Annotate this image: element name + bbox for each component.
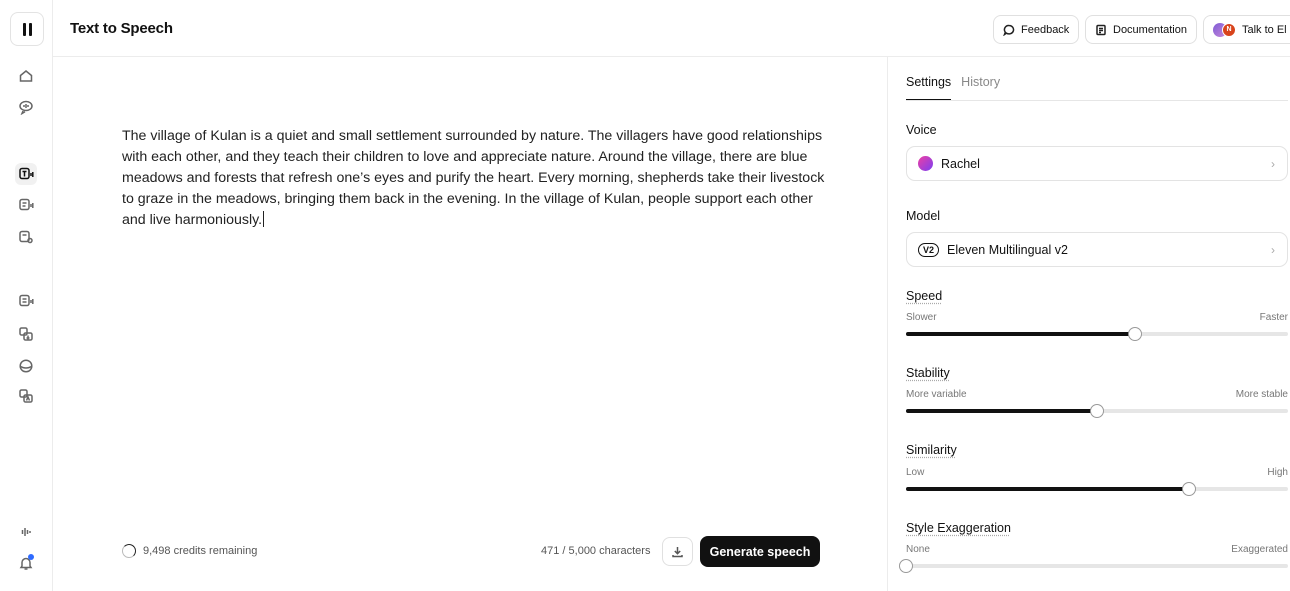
feedback-button[interactable]: Feedback — [993, 15, 1080, 44]
voice-library-icon[interactable] — [15, 355, 37, 377]
document-icon — [1096, 24, 1106, 35]
voice-select[interactable]: Rachel › — [906, 146, 1288, 181]
slider-thumb[interactable] — [899, 559, 913, 573]
style-exaggeration-min-label: None — [906, 544, 930, 555]
chevron-right-icon: › — [1271, 157, 1275, 171]
style-exaggeration-max-label: Exaggerated — [1231, 544, 1288, 555]
character-count: 471 / 5,000 characters — [541, 545, 651, 557]
top-bar: Text to Speech Feedback Documentation N … — [53, 0, 1290, 57]
credits-indicator: 9,498 credits remaining — [122, 544, 257, 558]
slider-thumb[interactable] — [1181, 482, 1196, 496]
voice-avatar-icon — [918, 156, 933, 171]
similarity-max-label: High — [1267, 467, 1288, 478]
dubbing-icon[interactable] — [15, 290, 37, 312]
tab-settings[interactable]: Settings — [906, 75, 952, 100]
stability-label: Stability — [906, 366, 950, 380]
notifications-icon[interactable] — [15, 552, 37, 574]
stability-max-label: More stable — [1235, 389, 1288, 400]
model-value: Eleven Multilingual v2 — [947, 242, 1068, 257]
style-exaggeration-slider[interactable] — [899, 559, 1288, 573]
documentation-button[interactable]: Documentation — [1085, 15, 1197, 44]
voice-label: Voice — [906, 123, 937, 137]
chevron-right-icon: › — [1271, 243, 1275, 257]
stability-min-label: More variable — [906, 389, 967, 400]
text-content: The village of Kulan is a quiet and smal… — [122, 128, 825, 228]
slider-thumb[interactable] — [1128, 327, 1143, 341]
stability-slider[interactable] — [906, 404, 1288, 418]
model-version-badge: V2 — [918, 242, 940, 257]
slider-fill — [906, 332, 1136, 336]
logo-button[interactable] — [10, 12, 44, 46]
documentation-label: Documentation — [1113, 23, 1187, 36]
left-sidebar — [0, 0, 53, 591]
text-editor-area[interactable]: The village of Kulan is a quiet and smal… — [53, 57, 888, 591]
voice-settings-icon[interactable] — [15, 226, 37, 248]
panel-tabs: Settings History — [906, 75, 1288, 101]
similarity-min-label: Low — [906, 467, 925, 478]
text-caret — [263, 211, 265, 227]
slider-fill — [906, 487, 1189, 491]
notification-dot — [28, 554, 34, 560]
slider-fill — [906, 409, 1097, 413]
home-icon[interactable] — [15, 65, 37, 87]
transcribe-icon[interactable] — [15, 385, 37, 407]
similarity-label: Similarity — [906, 443, 957, 457]
credits-ring-icon — [122, 544, 136, 558]
text-input[interactable]: The village of Kulan is a quiet and smal… — [122, 126, 827, 231]
credits-remaining: 9,498 credits remaining — [143, 545, 258, 557]
voice-chat-icon[interactable] — [15, 96, 37, 118]
download-button[interactable] — [662, 537, 693, 566]
talk-to-el-button[interactable]: N Talk to El — [1203, 15, 1290, 44]
page-title: Text to Speech — [70, 20, 173, 37]
speed-label: Speed — [906, 289, 943, 303]
translate-icon[interactable] — [15, 323, 37, 345]
feedback-label: Feedback — [1021, 23, 1070, 36]
settings-panel: Settings History Voice Rachel › Model V2… — [889, 57, 1290, 591]
generate-speech-button[interactable]: Generate speech — [700, 536, 820, 567]
slider-thumb[interactable] — [1090, 404, 1104, 418]
download-icon — [672, 547, 683, 558]
style-exaggeration-label: Style Exaggeration — [906, 521, 1011, 535]
model-select[interactable]: V2 Eleven Multilingual v2 › — [906, 232, 1288, 267]
avatar-group: N — [1213, 22, 1236, 37]
waveform-icon[interactable] — [15, 521, 37, 543]
model-label: Model — [906, 209, 941, 223]
text-to-speech-icon[interactable] — [15, 163, 37, 185]
similarity-slider[interactable] — [906, 482, 1288, 496]
speech-to-speech-icon[interactable] — [15, 194, 37, 216]
talk-to-el-label: Talk to El — [1242, 23, 1287, 36]
voice-value: Rachel — [941, 156, 980, 171]
speed-max-label: Faster — [1259, 312, 1288, 323]
speed-slider[interactable] — [906, 327, 1288, 341]
avatar: N — [1222, 22, 1236, 37]
chat-bubble-icon — [1003, 24, 1015, 36]
tab-history[interactable]: History — [961, 75, 1000, 100]
speed-min-label: Slower — [906, 312, 937, 323]
